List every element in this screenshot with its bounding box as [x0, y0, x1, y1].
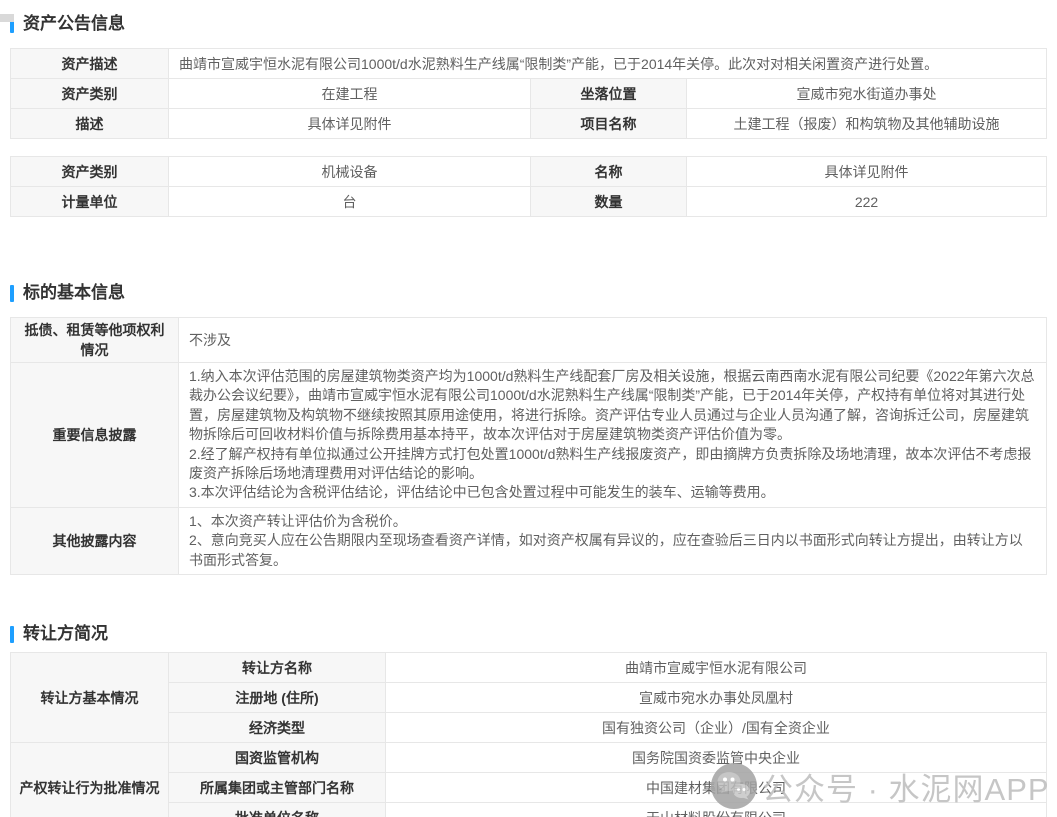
asset-description-label: 资产描述 [11, 49, 169, 79]
disclosure-item-1: 1.纳入本次评估范围的房屋建筑物类资产均为1000t/d熟料生产线配套厂房及相关… [189, 367, 1036, 445]
equipment-category-value: 机械设备 [169, 157, 531, 187]
location-value: 宣威市宛水街道办事处 [687, 79, 1047, 109]
table-row: 资产类别 机械设备 名称 具体详见附件 [11, 157, 1047, 187]
section-title-text: 标的基本信息 [23, 283, 125, 303]
important-disclosure-value: 1.纳入本次评估范围的房屋建筑物类资产均为1000t/d熟料生产线配套厂房及相关… [179, 363, 1047, 508]
section-title-text: 转让方简况 [23, 624, 108, 644]
transferor-name-label: 转让方名称 [169, 653, 386, 683]
liens-label: 抵债、租赁等他项权利情况 [11, 318, 179, 363]
economic-type-value: 国有独资公司（企业）/国有全资企业 [386, 713, 1047, 743]
section-title-asset-announcement: 资产公告信息 [10, 14, 1057, 34]
approval-group-label: 产权转让行为批准情况 [11, 743, 169, 817]
table-row: 产权转让行为批准情况 国资监管机构 国务院国资委监管中央企业 [11, 743, 1047, 773]
table-row: 其他披露内容 1、本次资产转让评估价为含税价。 2、意向竞买人应在公告期限内至现… [11, 507, 1047, 574]
registered-address-label: 注册地 (住所) [169, 683, 386, 713]
table-row: 转让方基本情况 转让方名称 曲靖市宣威宇恒水泥有限公司 [11, 653, 1047, 683]
unit-value: 台 [169, 187, 531, 217]
disclosure-item-3: 3.本次评估结论为含税评估结论，评估结论中已包含处置过程中可能发生的装车、运输等… [189, 483, 1036, 502]
approving-unit-value: 天山材料股份有限公司 [386, 803, 1047, 817]
economic-type-label: 经济类型 [169, 713, 386, 743]
unit-label: 计量单位 [11, 187, 169, 217]
project-name-value: 土建工程（报废）和构筑物及其他辅助设施 [687, 109, 1047, 139]
asset-category-value: 在建工程 [169, 79, 531, 109]
quantity-label: 数量 [531, 187, 687, 217]
table-row: 重要信息披露 1.纳入本次评估范围的房屋建筑物类资产均为1000t/d熟料生产线… [11, 363, 1047, 508]
sasac-value: 国务院国资委监管中央企业 [386, 743, 1047, 773]
equipment-category-label: 资产类别 [11, 157, 169, 187]
disclosure-item-2: 2.经了解产权持有单位拟通过公开挂牌方式打包处置1000t/d熟料生产线报废资产… [189, 445, 1036, 484]
section-title-basic-info: 标的基本信息 [10, 283, 1057, 303]
asset-description-value: 曲靖市宣威宇恒水泥有限公司1000t/d水泥熟料生产线属“限制类”产能，已于20… [169, 49, 1047, 79]
location-label: 坐落位置 [531, 79, 687, 109]
other-item-2: 2、意向竞买人应在公告期限内至现场查看资产详情，如对资产权属有异议的，应在查验后… [189, 531, 1036, 570]
table-row: 资产描述 曲靖市宣威宇恒水泥有限公司1000t/d水泥熟料生产线属“限制类”产能… [11, 49, 1047, 79]
other-item-1: 1、本次资产转让评估价为含税价。 [189, 512, 1036, 531]
section-title-transferor: 转让方简况 [10, 624, 1057, 644]
table-row: 抵债、租赁等他项权利情况 不涉及 [11, 318, 1047, 363]
equipment-name-value: 具体详见附件 [687, 157, 1047, 187]
other-disclosure-label: 其他披露内容 [11, 507, 179, 574]
section-title-text: 资产公告信息 [23, 14, 125, 34]
title-accent-bar [10, 285, 14, 302]
liens-value: 不涉及 [179, 318, 1047, 363]
description-value: 具体详见附件 [169, 109, 531, 139]
approving-unit-label: 批准单位名称 [169, 803, 386, 817]
quantity-value: 222 [687, 187, 1047, 217]
basic-info-table: 抵债、租赁等他项权利情况 不涉及 重要信息披露 1.纳入本次评估范围的房屋建筑物… [10, 317, 1047, 575]
parent-group-label: 所属集团或主管部门名称 [169, 773, 386, 803]
parent-group-value: 中国建材集团有限公司 [386, 773, 1047, 803]
title-accent-bar [10, 626, 14, 643]
sasac-label: 国资监管机构 [169, 743, 386, 773]
other-disclosure-value: 1、本次资产转让评估价为含税价。 2、意向竞买人应在公告期限内至现场查看资产详情… [179, 507, 1047, 574]
asset-category-label: 资产类别 [11, 79, 169, 109]
equipment-table: 资产类别 机械设备 名称 具体详见附件 计量单位 台 数量 222 [10, 156, 1047, 217]
description-label: 描述 [11, 109, 169, 139]
transferor-name-value: 曲靖市宣威宇恒水泥有限公司 [386, 653, 1047, 683]
project-name-label: 项目名称 [531, 109, 687, 139]
corner-fragment [0, 14, 14, 22]
equipment-name-label: 名称 [531, 157, 687, 187]
table-row: 资产类别 在建工程 坐落位置 宣威市宛水街道办事处 [11, 79, 1047, 109]
table-row: 计量单位 台 数量 222 [11, 187, 1047, 217]
transferor-basic-group-label: 转让方基本情况 [11, 653, 169, 743]
registered-address-value: 宣威市宛水办事处凤凰村 [386, 683, 1047, 713]
important-disclosure-label: 重要信息披露 [11, 363, 179, 508]
transferor-table: 转让方基本情况 转让方名称 曲靖市宣威宇恒水泥有限公司 注册地 (住所) 宣威市… [10, 652, 1047, 817]
asset-announcement-table: 资产描述 曲靖市宣威宇恒水泥有限公司1000t/d水泥熟料生产线属“限制类”产能… [10, 48, 1047, 139]
table-row: 描述 具体详见附件 项目名称 土建工程（报废）和构筑物及其他辅助设施 [11, 109, 1047, 139]
